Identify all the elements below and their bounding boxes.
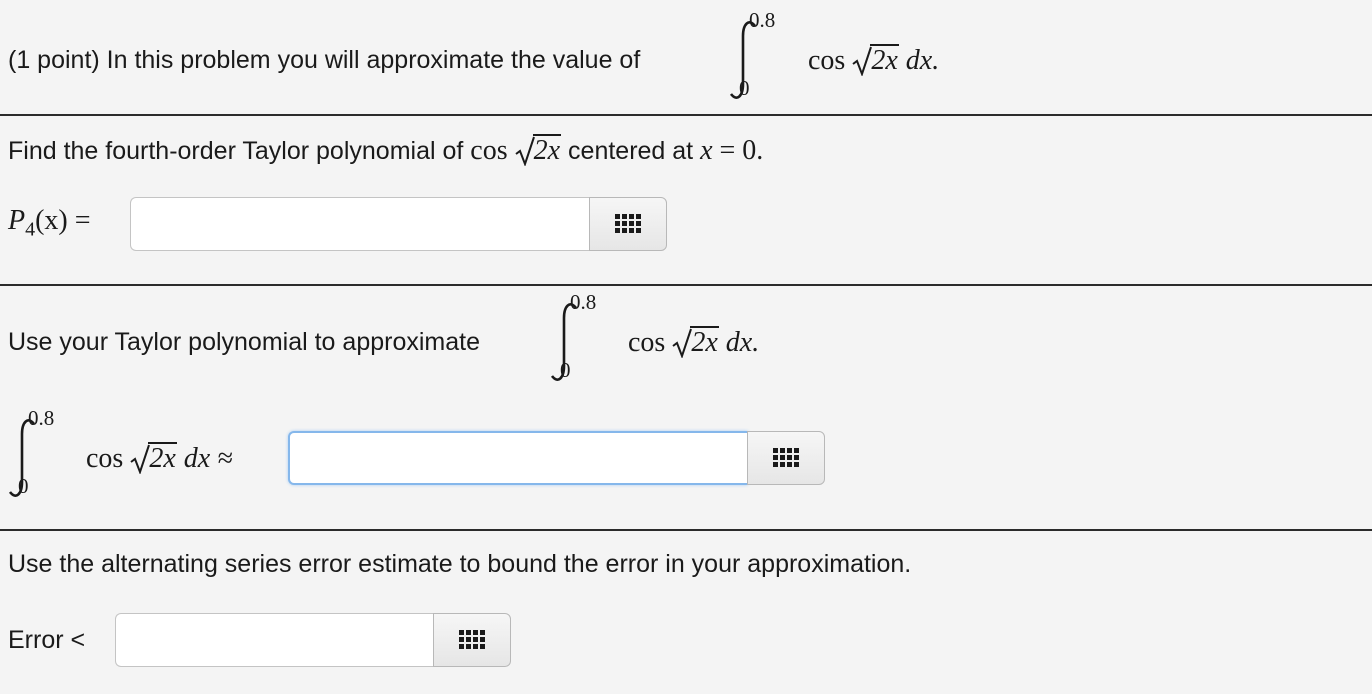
- taylor-polynomial-field[interactable]: [130, 197, 590, 251]
- grid-icon: [615, 214, 641, 234]
- divider: [0, 114, 1372, 116]
- cos-function: cos: [808, 45, 846, 76]
- square-root: 2x: [515, 134, 562, 167]
- radicand: 2x: [870, 44, 899, 76]
- part1-prompt: Find the fourth-order Taylor polynomial …: [8, 134, 763, 167]
- square-root: 2x: [672, 326, 719, 359]
- square-root: 2x: [852, 44, 899, 77]
- integral-lower-limit: 0: [739, 76, 750, 100]
- divider: [0, 529, 1372, 531]
- part1-middle-text: centered at: [568, 137, 694, 165]
- part1-var: x: [700, 135, 713, 166]
- equation-editor-button[interactable]: [747, 431, 825, 485]
- grid-icon: [773, 448, 799, 468]
- part1-prompt-text: Find the fourth-order Taylor polynomial …: [8, 137, 464, 165]
- differential-approx: dx ≈: [183, 443, 233, 474]
- part3-prompt: Use the alternating series error estimat…: [8, 550, 912, 578]
- integral-symbol: 0.8 0: [725, 8, 795, 110]
- integral-symbol: 0.8 0: [4, 406, 74, 508]
- radical-icon: [672, 328, 693, 358]
- integral-upper-limit: 0.8: [570, 290, 597, 314]
- integral-upper-limit: 0.8: [28, 406, 55, 430]
- equation-editor-button[interactable]: [589, 197, 667, 251]
- part1-answer-label: P4(x) =: [8, 205, 91, 242]
- radicand: 2x: [148, 442, 177, 474]
- radical-icon: [130, 444, 151, 474]
- intro-integrand: cos 2x dx.: [808, 44, 939, 77]
- differential: dx.: [905, 45, 940, 76]
- taylor-polynomial-input[interactable]: [131, 198, 590, 250]
- integral-lower-limit: 0: [18, 474, 29, 498]
- integral-upper-limit: 0.8: [749, 8, 776, 32]
- radicand: 2x: [690, 326, 719, 358]
- integral-approximation-field[interactable]: [288, 431, 748, 485]
- part1-fn: cos 2x: [470, 134, 568, 167]
- error-bound-input[interactable]: [116, 614, 435, 666]
- cos-function: cos: [86, 443, 124, 474]
- radical-icon: [852, 46, 873, 76]
- part2-integrand: cos 2x dx.: [628, 326, 759, 359]
- divider: [0, 284, 1372, 286]
- part2-answer-label: cos 2x dx ≈: [86, 442, 233, 475]
- cos-function: cos: [470, 135, 508, 166]
- part2-prompt: Use your Taylor polynomial to approximat…: [8, 328, 480, 356]
- integral-symbol: 0.8 0: [546, 290, 616, 392]
- differential: dx.: [725, 327, 760, 358]
- cos-function: cos: [628, 327, 666, 358]
- label-arg: (x) =: [35, 205, 91, 236]
- integral-lower-limit: 0: [560, 358, 571, 382]
- intro-text: (1 point) In this problem you will appro…: [8, 46, 641, 74]
- error-bound-field[interactable]: [115, 613, 435, 667]
- integral-approximation-input[interactable]: [290, 433, 748, 483]
- error-label: Error <: [8, 626, 86, 654]
- radicand: 2x: [532, 134, 562, 166]
- grid-icon: [459, 630, 485, 650]
- square-root: 2x: [130, 442, 177, 475]
- label-P: P: [8, 205, 26, 236]
- part1-equals: = 0.: [719, 135, 764, 166]
- label-subscript: 4: [25, 218, 36, 241]
- equation-editor-button[interactable]: [433, 613, 511, 667]
- radical-icon: [515, 136, 535, 166]
